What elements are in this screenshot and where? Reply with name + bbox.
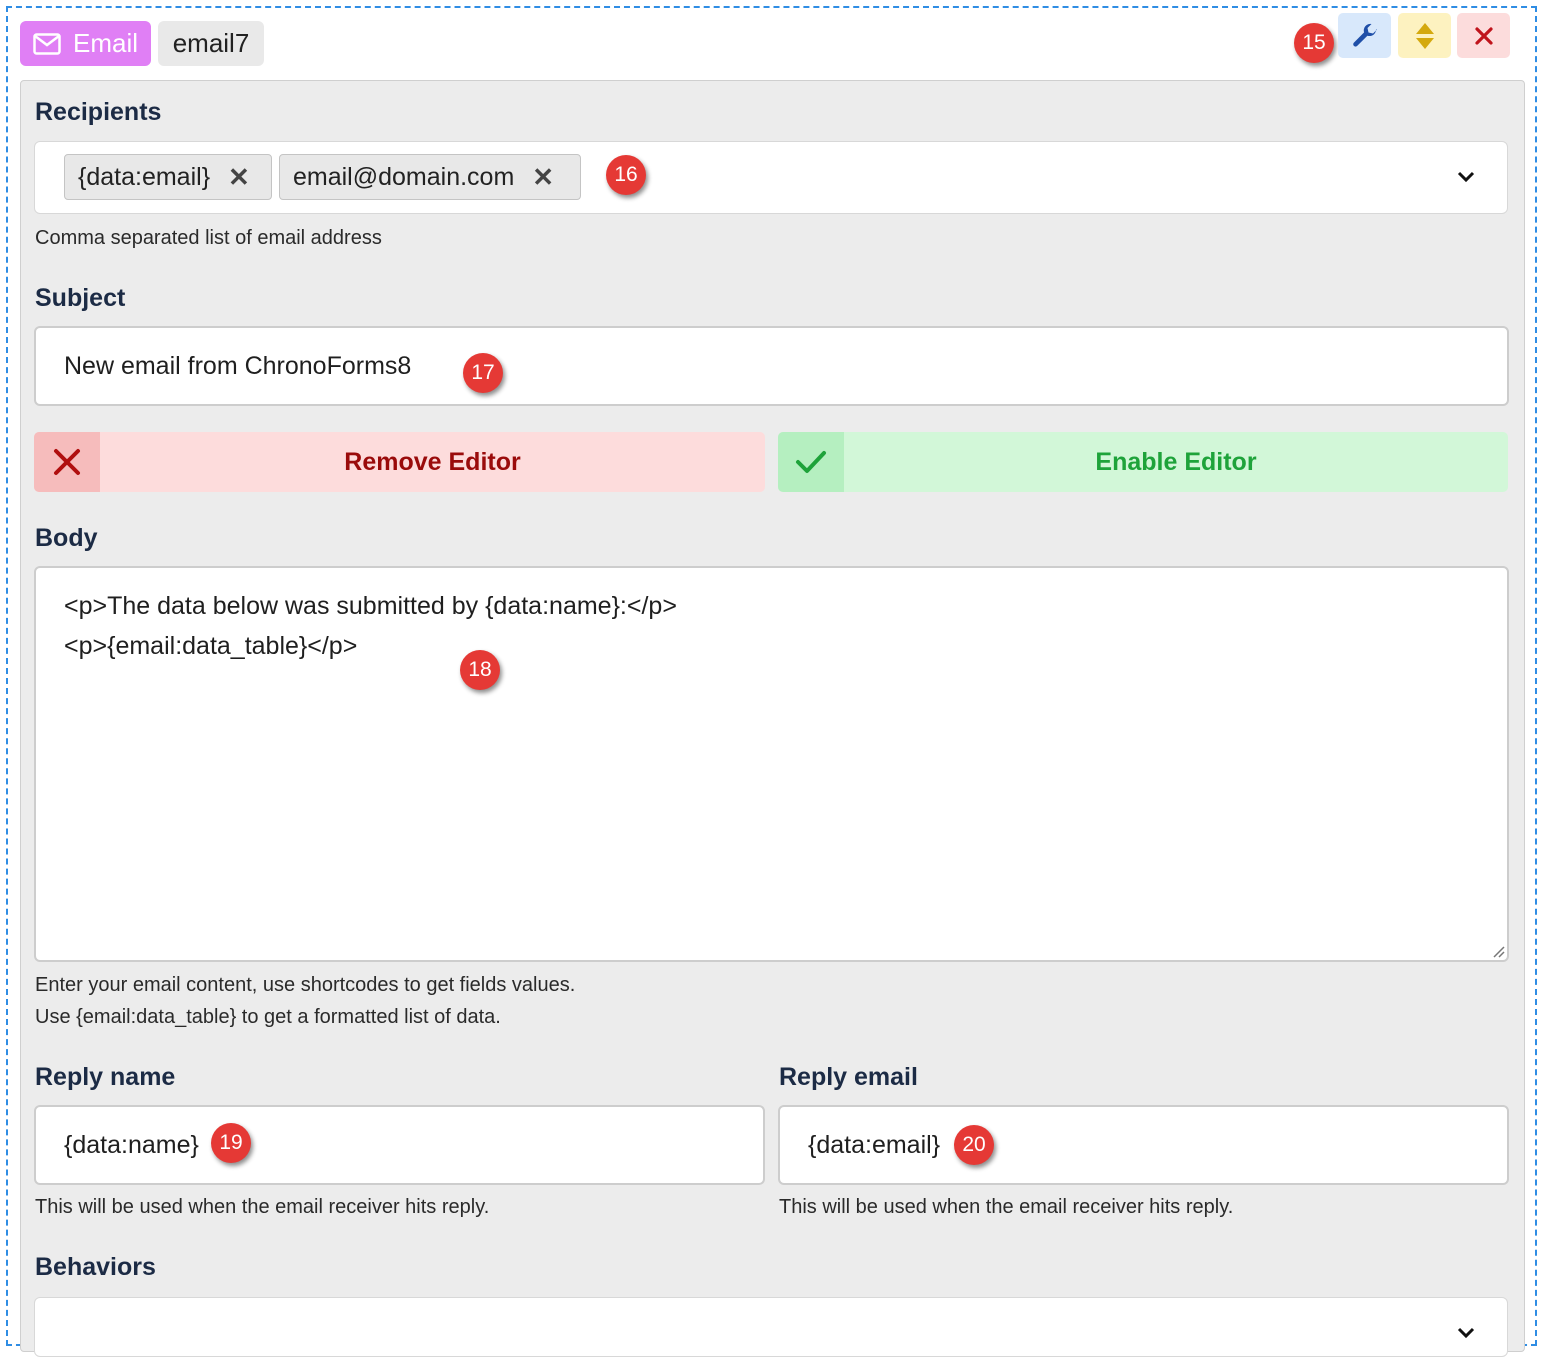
subject-label: Subject [35,284,126,312]
recipient-chip: {data:email} ✕ [64,154,272,200]
subject-value: New email from ChronoForms8 [64,352,412,380]
annotation-badge-17: 17 [463,353,503,393]
reply-name-value: {data:name} [64,1131,199,1159]
wrench-icon [1352,23,1377,47]
reply-name-help-text: This will be used when the email receive… [35,1196,490,1218]
recipients-help-text: Comma separated list of email address [35,227,382,249]
behaviors-multiselect[interactable] [34,1297,1508,1357]
close-icon [1474,26,1493,45]
reply-email-value: {data:email} [808,1131,941,1159]
email-type-label: Email [73,28,139,58]
reply-email-help-text: This will be used when the email receive… [779,1196,1234,1218]
remove-editor-button[interactable]: Remove Editor [34,432,765,492]
sort-button[interactable] [1398,13,1451,58]
recipient-chip-label: {data:email} [78,162,211,191]
body-help-text: Enter your email content, use shortcodes… [35,974,576,996]
envelope-icon [33,32,61,55]
remove-chip-icon[interactable]: ✕ [228,162,250,193]
remove-chip-icon[interactable]: ✕ [532,162,554,193]
reply-email-label: Reply email [779,1063,918,1091]
reply-name-label: Reply name [35,1063,176,1091]
checkmark-icon [796,451,826,473]
block-name-tag: email7 [158,21,264,66]
recipient-chip-label: email@domain.com [293,162,515,191]
chevron-down-icon[interactable] [1457,170,1475,184]
close-icon [54,449,80,475]
body-label: Body [35,524,98,552]
chevron-down-icon[interactable] [1457,1326,1475,1340]
reply-name-input[interactable]: {data:name} [34,1105,765,1185]
annotation-badge-20: 20 [954,1125,994,1165]
body-line: <p>{email:data_table}</p> [64,632,358,660]
annotation-badge-15: 15 [1294,23,1334,63]
enable-editor-button[interactable]: Enable Editor [778,432,1508,492]
annotation-badge-19: 19 [211,1123,251,1163]
delete-block-button[interactable] [1457,13,1510,58]
body-textarea[interactable]: <p>The data below was submitted by {data… [34,566,1509,962]
subject-input[interactable]: New email from ChronoForms8 [34,326,1509,406]
email-type-tag[interactable]: Email [20,21,151,66]
recipient-chip: email@domain.com ✕ [279,154,581,200]
remove-editor-label: Remove Editor [344,447,521,476]
annotation-badge-18: 18 [460,650,500,690]
body-help-text: Use {email:data_table} to get a formatte… [35,1006,501,1028]
reply-email-input[interactable]: {data:email} [778,1105,1509,1185]
behaviors-label: Behaviors [35,1253,156,1281]
enable-editor-label: Enable Editor [1095,447,1257,476]
annotation-badge-16: 16 [606,155,646,195]
sort-icon [1415,22,1434,49]
resize-handle-icon[interactable] [1491,944,1505,958]
recipients-multiselect[interactable]: {data:email} ✕ email@domain.com ✕ [34,141,1508,214]
settings-button[interactable] [1338,13,1391,58]
body-line: <p>The data below was submitted by {data… [64,592,677,620]
recipients-label: Recipients [35,98,162,126]
block-name-label: email7 [172,28,250,58]
